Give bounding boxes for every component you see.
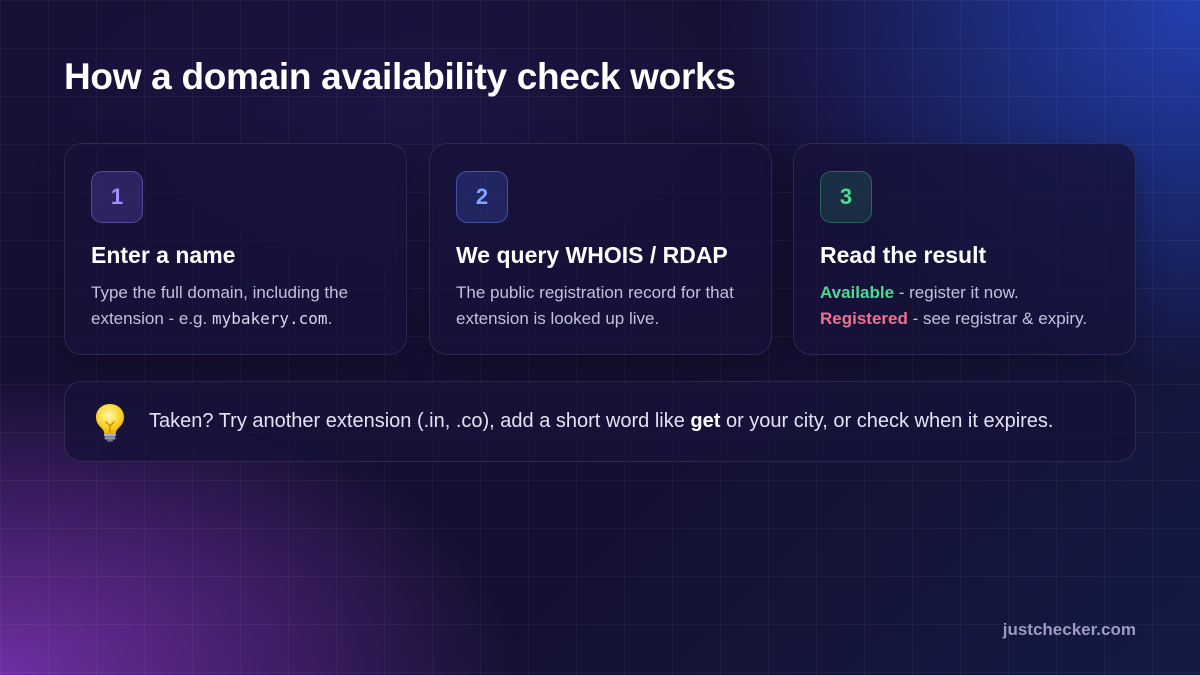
tip-text-start: Taken? Try another extension (.in, .co),… [149, 410, 691, 432]
step-title: We query WHOIS / RDAP [456, 242, 728, 268]
lightbulb-icon [96, 403, 124, 442]
step-card-query: 2 We query WHOIS / RDAP The public regis… [429, 143, 772, 355]
step-number-badge: 3 [820, 171, 872, 223]
step-description: The public registration record for that … [456, 283, 734, 328]
available-label: Available [820, 283, 895, 302]
example-domain: mybakery.com [211, 309, 328, 328]
step-number-badge: 1 [91, 171, 143, 223]
registered-text: - see registrar & expiry. [907, 309, 1088, 328]
tip-keyword: get [690, 410, 721, 432]
step-title: Read the result [820, 242, 987, 268]
site-brand: justchecker.com [1002, 620, 1136, 639]
step-card-result: 3 Read the result Available - register i… [793, 143, 1136, 355]
step-card-enter-name: 1 Enter a name Type the full domain, inc… [64, 143, 407, 355]
step-number-badge: 2 [456, 171, 508, 223]
tip-banner: Taken? Try another extension (.in, .co),… [64, 381, 1136, 462]
step-description: Available - register it now. Registered … [820, 280, 1109, 332]
step-description: Type the full domain, including the exte… [91, 280, 380, 332]
available-text: - register it now. [894, 283, 1019, 302]
page-title: How a domain availability check works [64, 56, 736, 97]
tip-text-end: or your city, or check when it expires. [720, 410, 1054, 432]
registered-label: Registered [820, 309, 908, 328]
step-title: Enter a name [91, 242, 236, 268]
result-available-line: Available - register it now. [820, 280, 1109, 306]
result-registered-line: Registered - see registrar & expiry. [820, 306, 1109, 332]
tip-text: Taken? Try another extension (.in, .co),… [149, 410, 1053, 433]
step-description-end: . [327, 309, 333, 328]
